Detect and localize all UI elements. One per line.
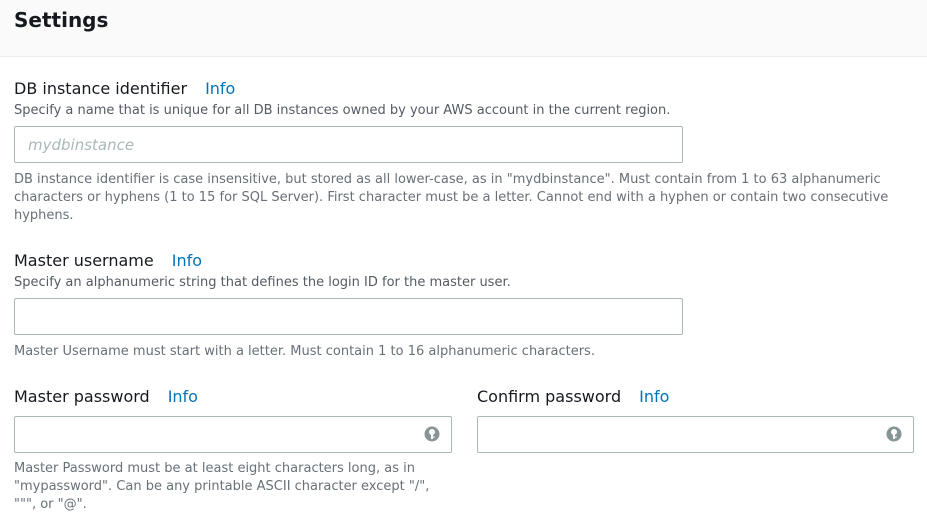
db-identifier-constraint: DB instance identifier is case insensiti… [14,172,889,223]
master-password-label: Master password [14,387,150,406]
master-password-label-row: Master password Info [14,387,198,406]
master-username-constraint: Master Username must start with a letter… [14,344,595,359]
master-password-constraint: Master Password must be at least eight c… [14,461,430,512]
confirm-password-label: Confirm password [477,387,622,406]
master-username-info-link[interactable]: Info [172,251,202,270]
master-password-info-link[interactable]: Info [168,387,198,406]
db-identifier-info-link[interactable]: Info [205,79,235,98]
confirm-password-label-row: Confirm password Info [477,387,669,406]
db-identifier-label-row: DB instance identifier Info [14,79,235,98]
db-identifier-label: DB instance identifier [14,79,188,98]
settings-header: Settings [0,0,927,57]
master-username-label: Master username [14,251,154,270]
master-username-description: Specify an alphanumeric string that defi… [14,275,511,290]
master-username-input[interactable] [14,298,683,335]
password-key-icon[interactable] [423,425,441,443]
master-username-label-row: Master username Info [14,251,202,270]
page-title: Settings [14,8,109,32]
confirm-password-info-link[interactable]: Info [639,387,669,406]
db-identifier-input[interactable] [14,126,683,163]
password-key-icon[interactable] [885,425,903,443]
master-password-input[interactable] [14,416,452,453]
db-identifier-description: Specify a name that is unique for all DB… [14,103,671,118]
confirm-password-input[interactable] [477,416,914,453]
